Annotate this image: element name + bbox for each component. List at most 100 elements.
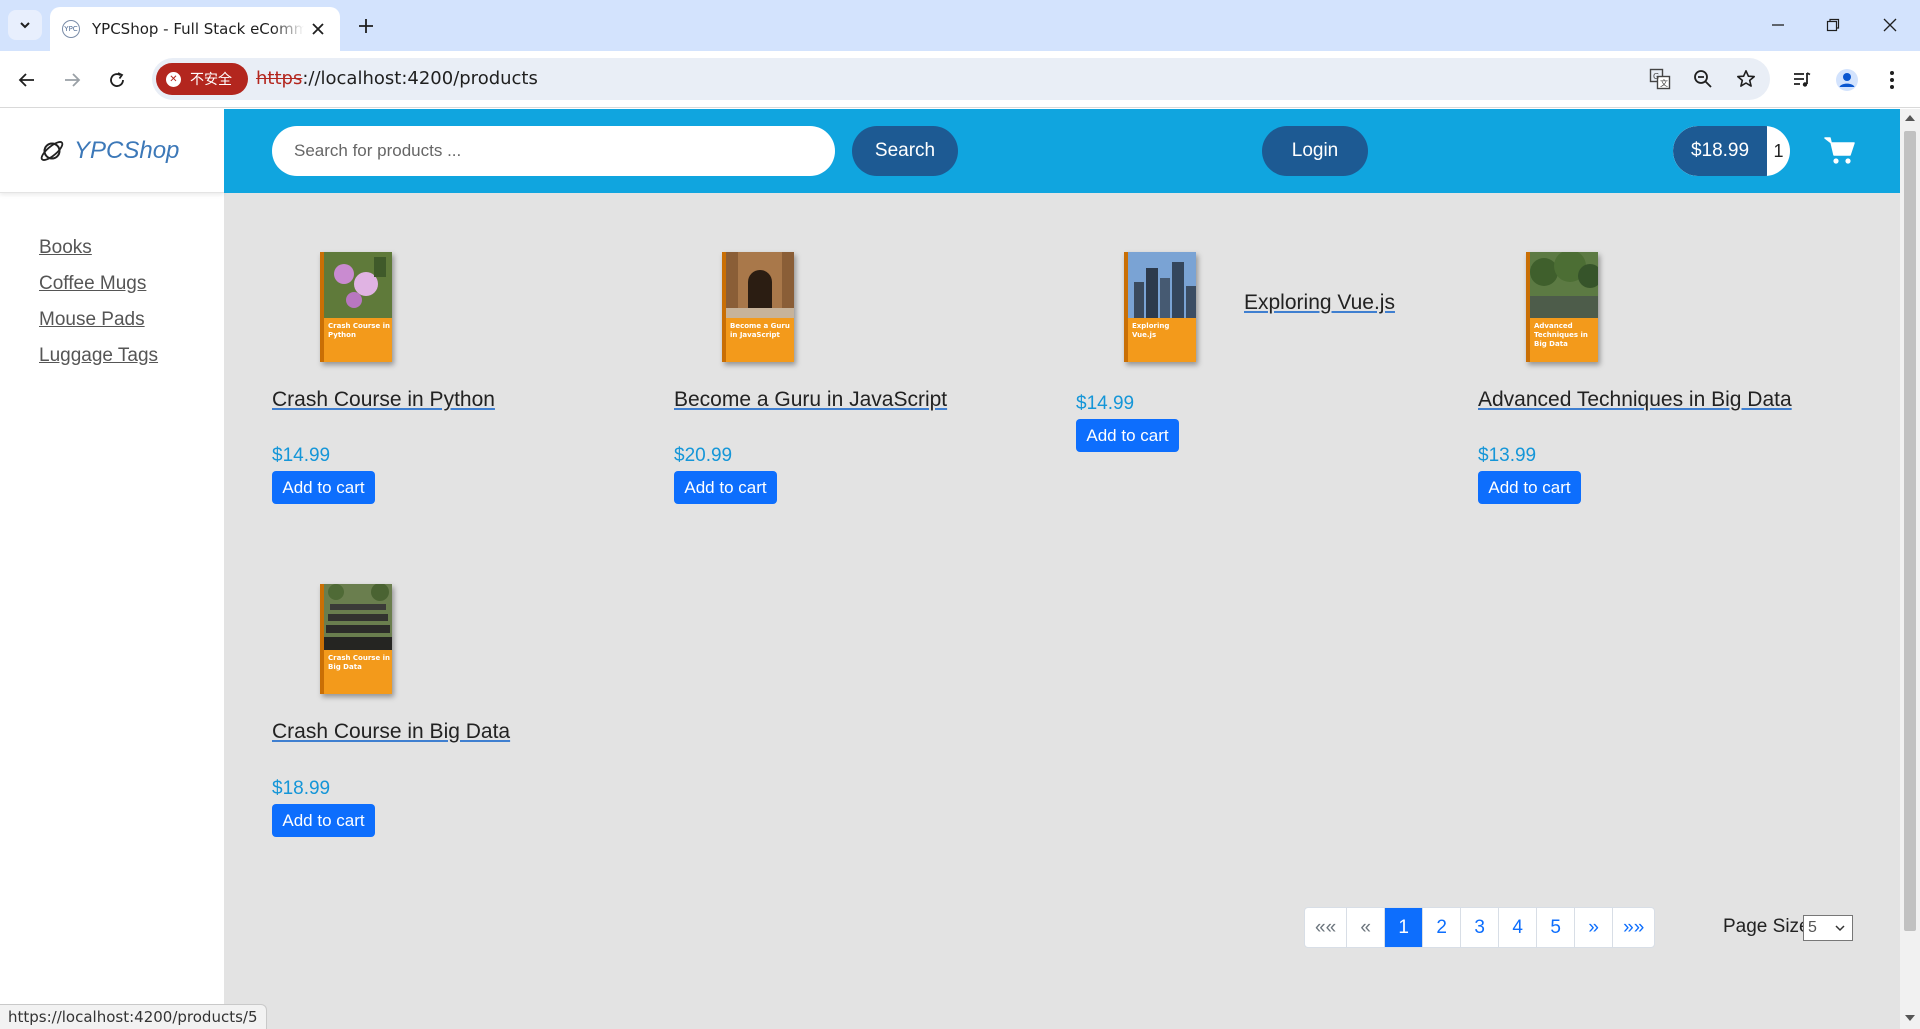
category-link-luggage-tags[interactable]: Luggage Tags	[39, 345, 158, 366]
product-cover-photo	[1530, 252, 1598, 318]
close-window-button[interactable]	[1872, 9, 1908, 41]
sidebar: YPCShop Books Coffee Mugs Mouse Pads Lug…	[0, 109, 224, 1029]
page-5-button[interactable]: 5	[1536, 908, 1574, 947]
category-item: Luggage Tags	[39, 345, 158, 367]
arrow-right-icon	[65, 73, 81, 87]
star-icon	[1737, 70, 1755, 87]
arrow-left-icon	[18, 73, 34, 87]
login-button[interactable]: Login	[1262, 126, 1368, 176]
add-to-cart-button[interactable]: Add to cart	[272, 471, 375, 504]
playlist-icon	[1794, 72, 1811, 87]
product-title-link[interactable]: Become a Guru in JavaScript	[674, 388, 947, 412]
browser-toolbar: ✕ 不安全 https://localhost:4200/products G文	[0, 51, 1920, 108]
back-button[interactable]	[12, 65, 42, 95]
product-price: $18.99	[272, 778, 331, 799]
scroll-thumb[interactable]	[1904, 131, 1916, 931]
url-scheme: https	[256, 68, 303, 89]
planet-icon	[40, 140, 64, 161]
profile-button[interactable]	[1832, 65, 1862, 95]
browser-tab-active[interactable]: YPC YPCShop - Full Stack eCommerce	[50, 7, 340, 51]
product-image-link[interactable]: Exploring Vue.js	[1124, 252, 1196, 362]
forward-button[interactable]	[57, 65, 87, 95]
close-icon	[312, 23, 324, 35]
new-tab-button[interactable]	[352, 12, 380, 40]
product-title-link[interactable]: Advanced Techniques in Big Data	[1478, 388, 1792, 412]
product-image-link[interactable]: Become a Guru in JavaScript	[722, 252, 794, 362]
tab-close-button[interactable]	[308, 19, 328, 39]
url-path: ://localhost:4200/products	[302, 68, 538, 89]
error-icon: ✕	[166, 71, 181, 87]
cart-status[interactable]: $18.99 1	[1673, 126, 1790, 176]
product-cover-photo	[324, 584, 392, 650]
category-link-coffee-mugs[interactable]: Coffee Mugs	[39, 273, 146, 294]
avatar-icon	[1836, 69, 1858, 91]
cover-title: Exploring Vue.js	[1132, 322, 1170, 339]
reload-button[interactable]	[102, 65, 132, 95]
product-image-link[interactable]: Crash Course in Python	[320, 252, 392, 362]
cover-title: Crash Course in Big Data	[328, 654, 391, 671]
product-title-link[interactable]: Crash Course in Python	[272, 388, 495, 412]
tab-title: YPCShop - Full Stack eCommerce	[92, 20, 304, 38]
category-link-mouse-pads[interactable]: Mouse Pads	[39, 309, 145, 330]
browser-tab-strip: YPC YPCShop - Full Stack eCommerce	[0, 0, 1920, 51]
page-3-button[interactable]: 3	[1460, 908, 1498, 947]
browser-menu-button[interactable]	[1877, 65, 1907, 95]
product-image-link[interactable]: Crash Course in Big Data	[320, 584, 392, 694]
address-bar[interactable]: ✕ 不安全 https://localhost:4200/products G文	[152, 58, 1770, 100]
minimize-button[interactable]	[1760, 9, 1796, 41]
product-cover-photo	[324, 252, 392, 318]
tab-search-button[interactable]	[8, 10, 42, 40]
not-secure-label: 不安全	[190, 72, 232, 88]
media-controls-button[interactable]	[1787, 65, 1817, 95]
plus-icon	[359, 19, 373, 33]
page-next-button[interactable]: »	[1574, 908, 1612, 947]
add-to-cart-button[interactable]: Add to cart	[674, 471, 777, 504]
cover-title: Advanced Techniques in Big Data	[1534, 322, 1588, 348]
product-title-link[interactable]: Crash Course in Big Data	[272, 720, 510, 744]
category-item: Mouse Pads	[39, 309, 158, 331]
restore-button[interactable]	[1815, 9, 1851, 41]
favicon-icon: YPC	[62, 20, 80, 38]
add-to-cart-button[interactable]: Add to cart	[272, 804, 375, 837]
product-price: $20.99	[674, 445, 733, 466]
product-price: $14.99	[1076, 393, 1135, 414]
not-secure-chip[interactable]: ✕ 不安全	[156, 63, 248, 95]
page-2-button[interactable]: 2	[1422, 908, 1460, 947]
url-text[interactable]: https://localhost:4200/products	[256, 68, 538, 89]
page-1-button[interactable]: 1	[1384, 908, 1423, 947]
product-image-link[interactable]: Advanced Techniques in Big Data	[1526, 252, 1598, 362]
shop-header: Search Login $18.99 1	[224, 109, 1900, 193]
page-size-label: Page Size	[1723, 916, 1810, 937]
scroll-down-arrow[interactable]	[1905, 1015, 1915, 1021]
category-list: Books Coffee Mugs Mouse Pads Luggage Tag…	[39, 237, 158, 381]
category-item: Books	[39, 237, 158, 259]
cart-quantity: 1	[1773, 140, 1784, 161]
page-scrollbar[interactable]	[1900, 109, 1920, 1029]
page-last-button[interactable]: »»	[1612, 908, 1654, 947]
svg-text:文: 文	[1660, 78, 1668, 88]
page-size-value: 5	[1808, 919, 1817, 936]
restore-icon	[1826, 18, 1840, 32]
product-title-link[interactable]: Exploring Vue.js	[1244, 291, 1395, 315]
cart-total-price: $18.99	[1673, 126, 1767, 176]
search-button[interactable]: Search	[852, 126, 958, 176]
more-vertical-icon	[1890, 71, 1894, 89]
page-size-select[interactable]: 5	[1803, 915, 1853, 941]
bookmark-button[interactable]	[1732, 65, 1760, 93]
brand-logo-link[interactable]: YPCShop	[0, 109, 224, 193]
shopping-cart-icon[interactable]	[1824, 135, 1856, 167]
category-link-books[interactable]: Books	[39, 237, 92, 258]
page-prev-button[interactable]: «	[1346, 908, 1384, 947]
add-to-cart-button[interactable]: Add to cart	[1478, 471, 1581, 504]
page-4-button[interactable]: 4	[1498, 908, 1536, 947]
page-first-button[interactable]: ««	[1305, 908, 1346, 947]
zoom-button[interactable]	[1689, 65, 1717, 93]
search-input[interactable]	[272, 126, 835, 176]
pagination: «« « 1 2 3 4 5 » »»	[1304, 907, 1656, 948]
category-item: Coffee Mugs	[39, 273, 158, 295]
translate-button[interactable]: G文	[1646, 65, 1674, 93]
cover-title: Crash Course in Python	[328, 322, 391, 339]
scroll-up-arrow[interactable]	[1905, 115, 1915, 121]
cover-title: Become a Guru in JavaScript	[730, 322, 790, 339]
add-to-cart-button[interactable]: Add to cart	[1076, 419, 1179, 452]
